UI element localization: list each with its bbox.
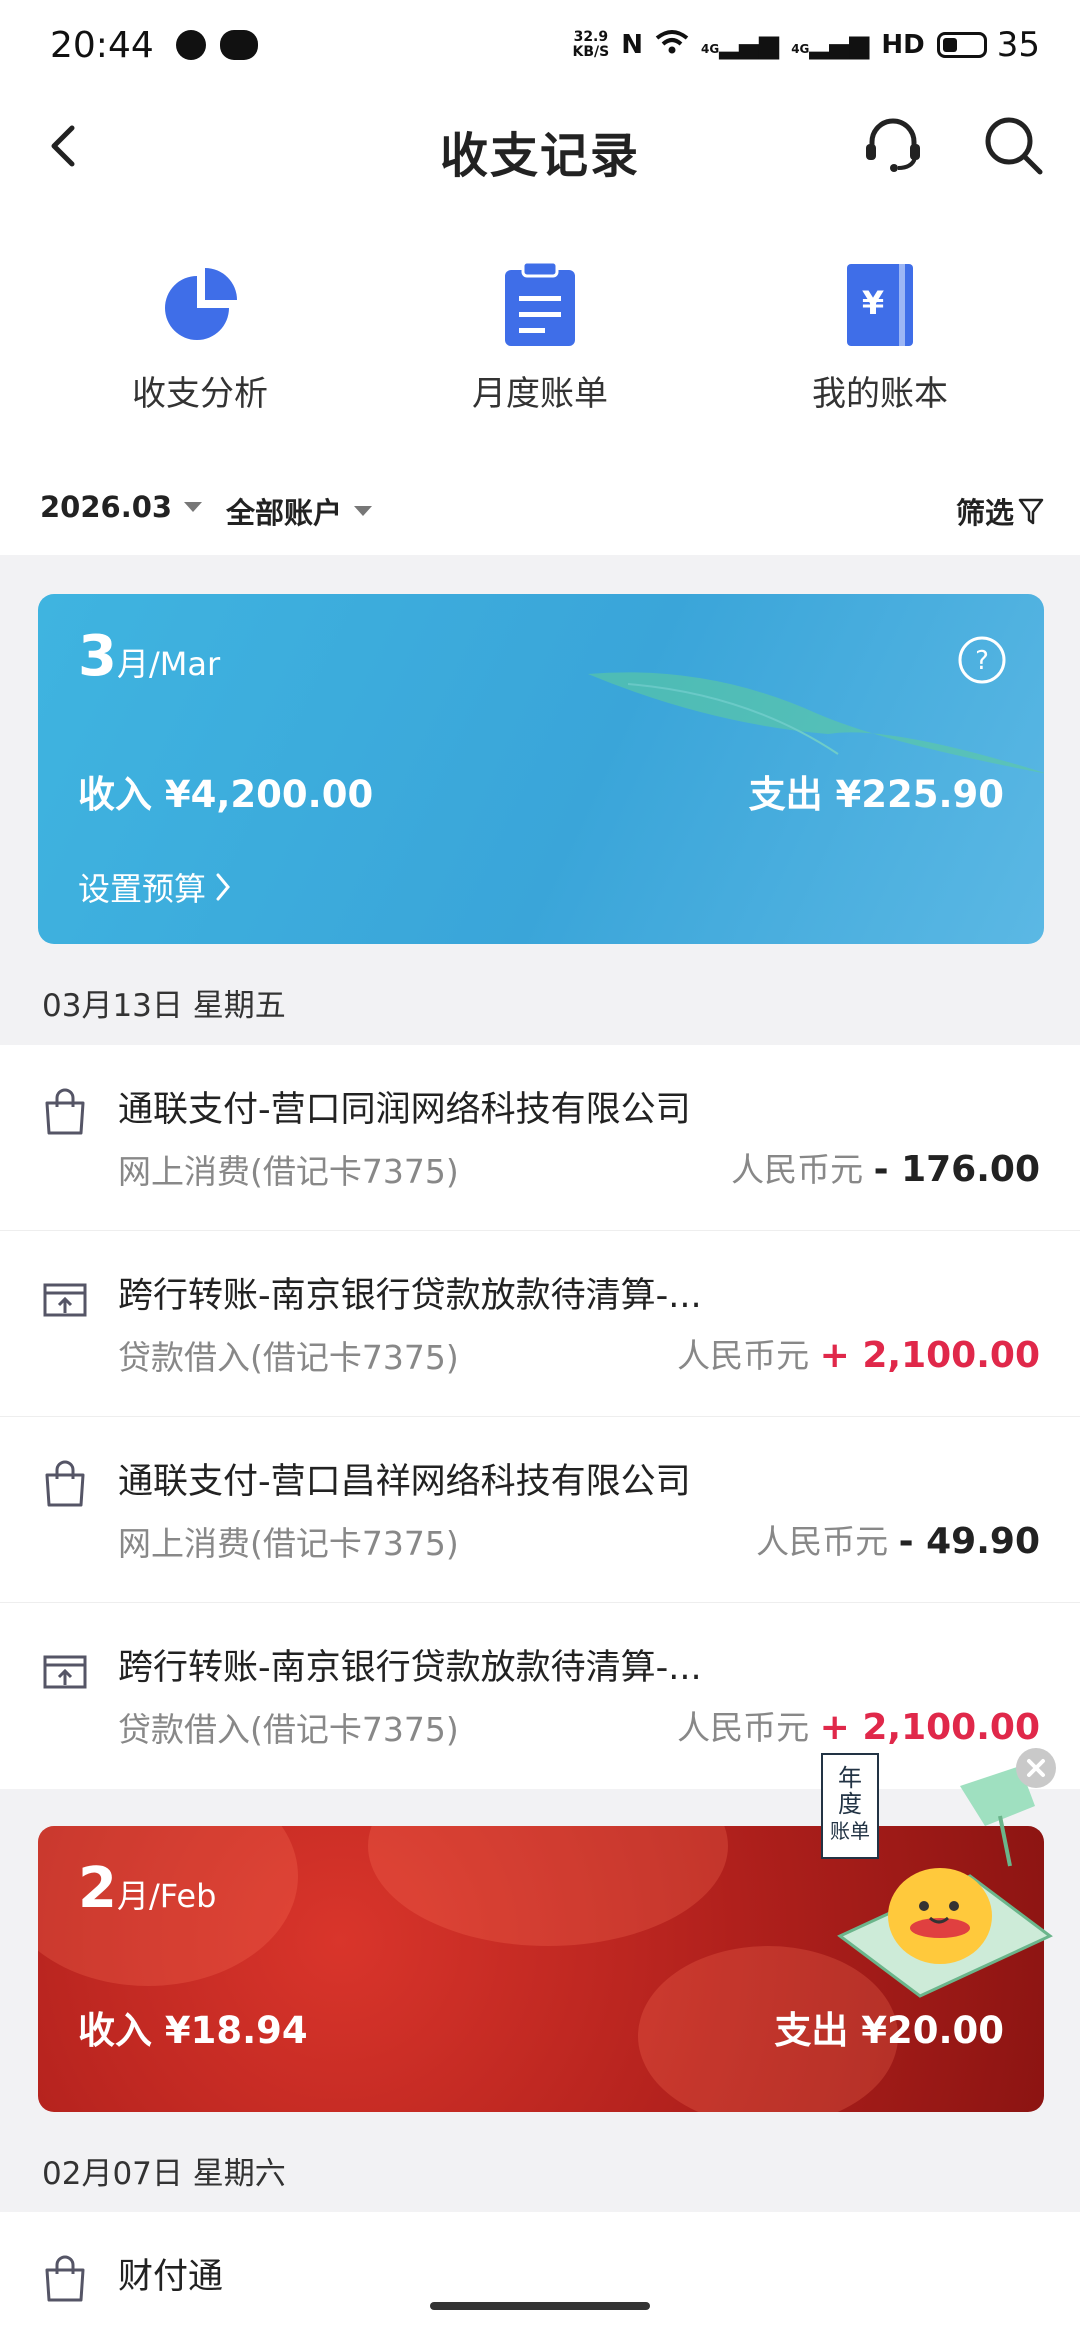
funnel-icon <box>1018 498 1044 525</box>
quick-action-label: 月度账单 <box>472 374 608 414</box>
filter-label: 筛选 <box>956 496 1015 530</box>
transaction-amount: 人民币元 + 2,100.00 <box>677 1329 1040 1377</box>
transaction-title: 通联支付-营口昌祥网络科技有限公司 <box>118 1462 691 1502</box>
currency-label: 人民币元 <box>677 1708 810 1747</box>
set-budget-label: 设置预算 <box>78 870 207 908</box>
ad-badge-char-1: 年 <box>838 1764 862 1792</box>
income-total: 收入 ¥4,200.00 <box>78 773 374 816</box>
wifi-icon <box>655 29 689 62</box>
transaction-title: 跨行转账-南京银行贷款放款待清算-... <box>118 1276 702 1316</box>
transfer-in-icon <box>43 1655 87 1689</box>
transfer-in-icon <box>43 1283 87 1317</box>
search-icon[interactable] <box>980 112 1046 178</box>
quick-action-label: 收支分析 <box>132 374 268 414</box>
transaction-row[interactable]: 通联支付-营口同润网络科技有限公司 网上消费(借记卡7375) 人民币元 - 1… <box>0 1045 1080 1231</box>
transaction-title: 跨行转账-南京银行贷款放款待清算-... <box>118 1648 702 1688</box>
ad-badge-char-2: 度 <box>838 1790 862 1818</box>
lantern-decoration <box>368 1826 728 1946</box>
pie-chart-icon <box>165 268 237 340</box>
month-summary-card-march[interactable]: 3月/Mar ? 收入 ¥4,200.00 支出 ¥225.90 设置预算 <box>38 594 1044 944</box>
income-total: 收入 ¥18.94 <box>78 2009 308 2052</box>
transaction-type: 贷款借入(借记卡7375) <box>118 1338 459 1377</box>
quick-action-monthly-bill[interactable]: 月度账单 <box>420 260 660 415</box>
quick-action-label: 我的账本 <box>812 374 948 414</box>
transaction-row[interactable]: 通联支付-营口昌祥网络科技有限公司 网上消费(借记卡7375) 人民币元 - 4… <box>0 1417 1080 1603</box>
header: 收支记录 <box>0 90 1080 200</box>
quick-action-my-ledger[interactable]: ¥ 我的账本 <box>760 260 1000 415</box>
month-selector-label: 2026.03 <box>40 490 173 524</box>
ad-badge-char-3: 账单 <box>830 1819 870 1843</box>
clipboard-icon <box>505 260 575 346</box>
close-icon <box>1027 1759 1045 1777</box>
month-number: 3 <box>78 624 117 689</box>
expense-total: 支出 ¥20.00 <box>774 2009 1004 2052</box>
shopping-bag-icon <box>45 1088 85 1135</box>
transaction-row[interactable]: 财付通 <box>0 2212 1080 2340</box>
nfc-icon: N <box>621 30 643 60</box>
quick-action-analysis[interactable]: 收支分析 <box>80 260 320 415</box>
expense-total: 支出 ¥225.90 <box>748 773 1004 816</box>
chevron-down-icon <box>354 506 373 516</box>
signal-1-icon: 4G▂▄▆ <box>700 30 780 60</box>
chevron-right-icon <box>216 873 230 901</box>
help-icon[interactable]: ? <box>956 634 1008 686</box>
signal-2-icon: 4G▂▄▆ <box>791 30 870 60</box>
transaction-type: 网上消费(借记卡7375) <box>118 1524 459 1563</box>
month-text: 月/Feb <box>116 1877 217 1915</box>
set-budget-link[interactable]: 设置预算 <box>78 864 234 910</box>
shopping-bag-icon <box>45 1460 85 1507</box>
svg-text:¥: ¥ <box>862 284 884 322</box>
status-time: 20:44 <box>50 24 154 66</box>
cloud-notification-icon <box>219 30 258 60</box>
home-indicator[interactable] <box>430 2302 650 2310</box>
currency-label: 人民币元 <box>756 1522 889 1561</box>
transaction-amount: 人民币元 + 2,100.00 <box>677 1701 1040 1749</box>
month-label: 2月/Feb <box>78 1856 216 1921</box>
account-selector[interactable]: 全部账户 <box>226 490 373 532</box>
currency-label: 人民币元 <box>731 1150 864 1189</box>
transaction-amount: 人民币元 - 176.00 <box>731 1143 1040 1191</box>
amount-value: - 176.00 <box>873 1149 1040 1190</box>
currency-label: 人民币元 <box>677 1336 810 1375</box>
month-selector[interactable]: 2026.03 <box>40 490 203 524</box>
ledger-book-icon: ¥ <box>847 264 913 346</box>
month-number: 2 <box>78 1856 117 1921</box>
month-text: 月/Mar <box>116 645 221 683</box>
status-bar: 20:44 32.9 KB/S N 4G▂▄▆ 4G▂▄▆ HD 35 <box>0 0 1080 90</box>
notification-dot-icon <box>175 30 206 60</box>
battery-icon <box>936 32 987 58</box>
filter-bar: 2026.03 全部账户 筛选 <box>0 470 1080 555</box>
transaction-list-february: 财付通 <box>0 2212 1080 2340</box>
account-selector-label: 全部账户 <box>226 496 343 530</box>
transaction-amount: 人民币元 - 49.90 <box>756 1515 1040 1563</box>
transaction-title: 通联支付-营口同润网络科技有限公司 <box>118 1090 691 1130</box>
battery-level: 35 <box>996 25 1040 65</box>
close-ad-button[interactable] <box>1016 1748 1056 1788</box>
filter-button[interactable]: 筛选 <box>956 490 1044 532</box>
amount-value: - 49.90 <box>898 1521 1040 1562</box>
transaction-type: 贷款借入(借记卡7375) <box>118 1710 459 1749</box>
transaction-list: 通联支付-营口同润网络科技有限公司 网上消费(借记卡7375) 人民币元 - 1… <box>0 1045 1080 1789</box>
month-label: 3月/Mar <box>78 624 220 689</box>
transaction-title: 财付通 <box>118 2257 224 2297</box>
transaction-type: 网上消费(借记卡7375) <box>118 1152 459 1191</box>
date-header: 03月13日 星期五 <box>42 988 286 1024</box>
amount-value: + 2,100.00 <box>819 1707 1040 1748</box>
hd-icon: HD <box>881 30 925 60</box>
chevron-down-icon <box>184 502 203 512</box>
customer-service-icon[interactable] <box>860 112 926 178</box>
svg-text:?: ? <box>975 646 989 676</box>
shopping-bag-icon <box>45 2255 85 2302</box>
network-speed: 32.9 KB/S <box>572 29 610 60</box>
transaction-row[interactable]: 跨行转账-南京银行贷款放款待清算-... 贷款借入(借记卡7375) 人民币元 … <box>0 1231 1080 1417</box>
date-header: 02月07日 星期六 <box>42 2156 286 2192</box>
amount-value: + 2,100.00 <box>819 1335 1040 1376</box>
